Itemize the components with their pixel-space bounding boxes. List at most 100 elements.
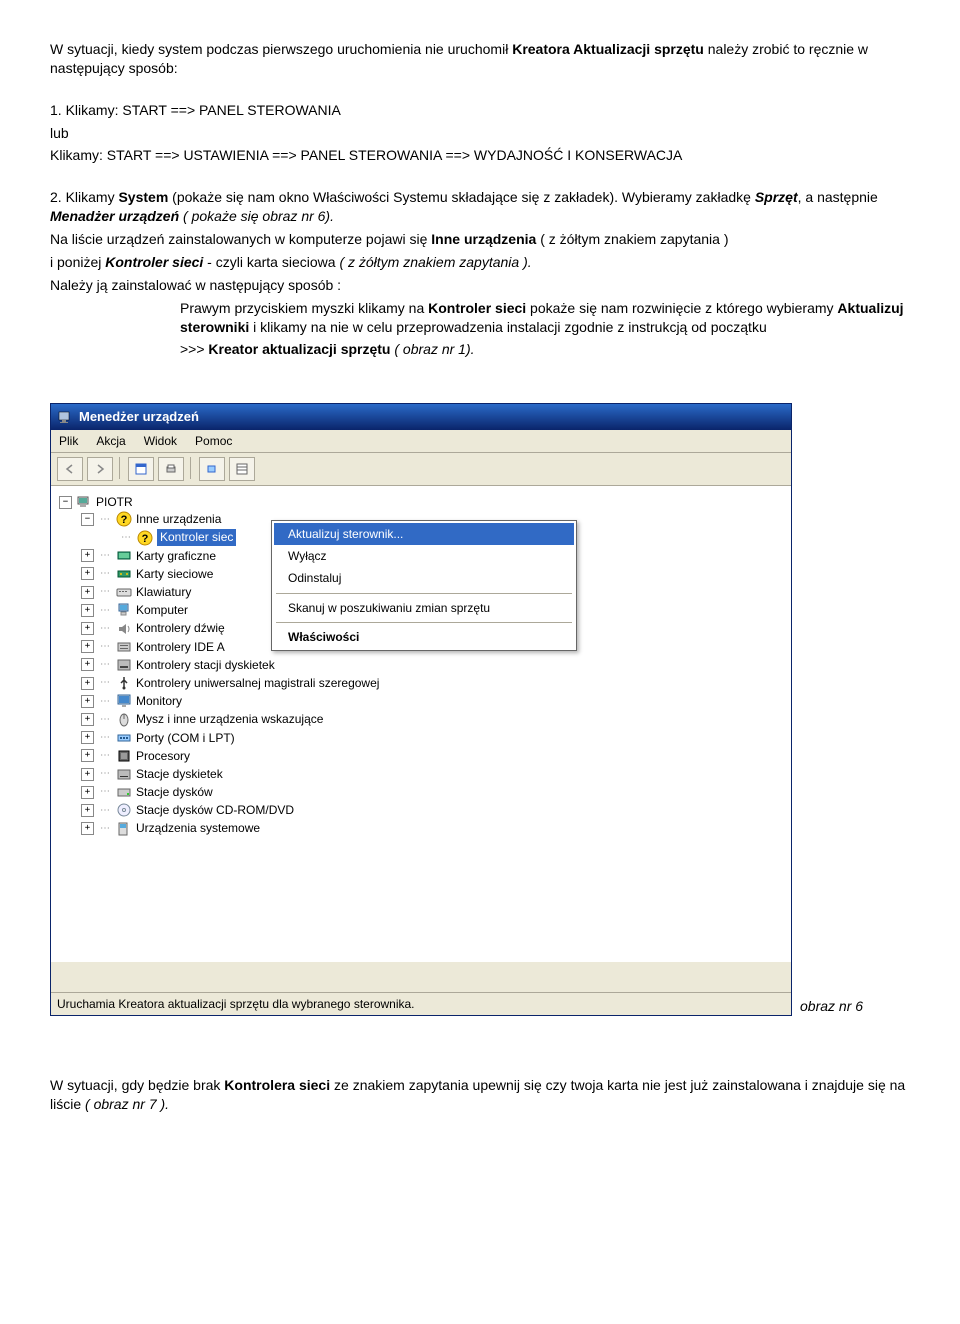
tree-item-label: Karty sieciowe [136, 566, 213, 582]
expander-plus-icon[interactable]: + [81, 786, 94, 799]
expander-plus-icon[interactable]: + [81, 658, 94, 671]
paragraph: 1. Klikamy: START ==> PANEL STEROWANIA [50, 101, 910, 120]
tree-item-label: Mysz i inne urządzenia wskazujące [136, 711, 323, 727]
tree-item[interactable]: +⋯ Mysz i inne urządzenia wskazujące [81, 710, 787, 728]
tree-item[interactable]: +⋯ Monitory [81, 692, 787, 710]
tree-item[interactable]: +⋯ Urządzenia systemowe [81, 819, 787, 837]
menu-file[interactable]: Plik [59, 433, 78, 449]
expander-minus-icon[interactable]: − [59, 496, 72, 509]
toolbar-button-scan[interactable] [199, 457, 225, 481]
text: - czyli karta sieciowa [203, 254, 339, 270]
floppy-controller-icon [116, 657, 132, 673]
tree-item-label: Kontrolery uniwersalnej magistrali szere… [136, 675, 379, 691]
tree-item[interactable]: + ⋯ Kontrolery stacji dyskietek [81, 656, 787, 674]
menu-action[interactable]: Akcja [96, 433, 125, 449]
menu-view[interactable]: Widok [144, 433, 177, 449]
tree-root[interactable]: − PIOTR [59, 494, 787, 510]
text: , a następnie [798, 189, 878, 205]
tree-item-label: Komputer [136, 602, 188, 618]
toolbar-button-back[interactable] [57, 457, 83, 481]
toolbar-button-print[interactable] [158, 457, 184, 481]
text: pokaże się nam rozwinięcie z którego wyb… [526, 300, 837, 316]
paragraph: lub [50, 124, 910, 143]
ide-controller-icon [116, 639, 132, 655]
cpu-icon [116, 748, 132, 764]
expander-plus-icon[interactable]: + [81, 567, 94, 580]
tree-connector: ⋯ [98, 767, 112, 781]
toolbar-button-properties[interactable] [128, 457, 154, 481]
tree-item-label: Stacje dysków CD-ROM/DVD [136, 802, 294, 818]
device-manager-window: Menedżer urządzeń Plik Akcja Widok Pomoc… [50, 403, 792, 1016]
paragraph: 2. Klikamy System (pokaże się nam okno W… [50, 188, 910, 226]
expander-plus-icon[interactable]: + [81, 804, 94, 817]
tree-connector: ⋯ [98, 604, 112, 618]
ctx-uninstall[interactable]: Odinstaluj [274, 567, 574, 589]
expander-plus-icon[interactable]: + [81, 677, 94, 690]
expander-plus-icon[interactable]: + [81, 586, 94, 599]
text: i klikamy na nie w celu przeprowadzenia … [249, 319, 766, 335]
text-bold: Inne urządzenia [431, 231, 536, 247]
tree-item-label: Procesory [136, 748, 190, 764]
expander-plus-icon[interactable]: + [81, 768, 94, 781]
usb-icon [116, 675, 132, 691]
tree-item[interactable]: +⋯ Kontrolery uniwersalnej magistrali sz… [81, 674, 787, 692]
tree-item[interactable]: +⋯ Porty (COM i LPT) [81, 729, 787, 747]
figure-caption: obraz nr 6 [800, 997, 863, 1016]
tree-connector: ⋯ [98, 658, 112, 672]
menu-help[interactable]: Pomoc [195, 433, 232, 449]
ctx-separator [276, 593, 572, 594]
toolbar [51, 453, 791, 486]
toolbar-button-forward[interactable] [87, 457, 113, 481]
context-menu: Aktualizuj sterownik... Wyłącz Odinstalu… [271, 520, 577, 651]
text: (pokaże się nam okno Właściwości Systemu… [168, 189, 755, 205]
computer-icon [116, 602, 132, 618]
tree-item-label: Stacje dyskietek [136, 766, 223, 782]
svg-text:?: ? [142, 533, 149, 545]
expander-plus-icon[interactable]: + [81, 713, 94, 726]
text-italic: ( pokaże się obraz nr 6). [179, 208, 334, 224]
tree-item-label: Inne urządzenia [136, 511, 221, 527]
expander-plus-icon[interactable]: + [81, 695, 94, 708]
expander-plus-icon[interactable]: + [81, 604, 94, 617]
monitor-icon [116, 693, 132, 709]
ctx-scan[interactable]: Skanuj w poszukiwaniu zmian sprzętu [274, 597, 574, 619]
text-bold: Kontroler sieci [428, 300, 526, 316]
expander-minus-icon[interactable]: − [81, 513, 94, 526]
indented-paragraph: >>> Kreator aktualizacji sprzętu ( obraz… [50, 340, 910, 359]
tree-item-label: Monitory [136, 693, 182, 709]
tree-item[interactable]: +⋯ Procesory [81, 747, 787, 765]
ctx-disable[interactable]: Wyłącz [274, 545, 574, 567]
expander-plus-icon[interactable]: + [81, 622, 94, 635]
tree-subitem-label-selected: Kontroler siec [157, 529, 236, 545]
window-titlebar[interactable]: Menedżer urządzeń [51, 404, 791, 430]
expander-plus-icon[interactable]: + [81, 731, 94, 744]
expander-plus-icon[interactable]: + [81, 549, 94, 562]
tree-item-label: Klawiatury [136, 584, 191, 600]
paragraph: Na liście urządzeń zainstalowanych w kom… [50, 230, 910, 249]
paragraph: i poniżej Kontroler sieci - czyli karta … [50, 253, 910, 272]
ctx-properties[interactable]: Właściwości [274, 626, 574, 648]
tree-connector: ⋯ [98, 567, 112, 581]
text: ( z żółtym znakiem zapytania ) [536, 231, 728, 247]
ctx-separator [276, 622, 572, 623]
text-italic: ( z żółtym znakiem zapytania ). [339, 254, 531, 270]
disk-icon [116, 784, 132, 800]
text-bolditalic: Sprzęt [755, 189, 798, 205]
expander-plus-icon[interactable]: + [81, 640, 94, 653]
tree-item[interactable]: +⋯ Stacje dysków CD-ROM/DVD [81, 801, 787, 819]
tree-item-label: Kontrolery stacji dyskietek [136, 657, 275, 673]
display-adapter-icon [116, 548, 132, 564]
tree-connector: ⋯ [98, 513, 112, 527]
toolbar-button-view[interactable] [229, 457, 255, 481]
expander-plus-icon[interactable]: + [81, 822, 94, 835]
tree-root-label: PIOTR [96, 494, 133, 510]
computer-icon [76, 494, 92, 510]
menubar: Plik Akcja Widok Pomoc [51, 430, 791, 453]
text-bold: System [118, 189, 168, 205]
text-italic: ( obraz nr 1). [390, 341, 474, 357]
expander-plus-icon[interactable]: + [81, 749, 94, 762]
tree-item[interactable]: + ⋯ Stacje dyskietek [81, 765, 787, 783]
tree-item[interactable]: +⋯ Stacje dysków [81, 783, 787, 801]
tree-connector: ⋯ [98, 622, 112, 636]
ctx-update-driver[interactable]: Aktualizuj sterownik... [274, 523, 574, 545]
